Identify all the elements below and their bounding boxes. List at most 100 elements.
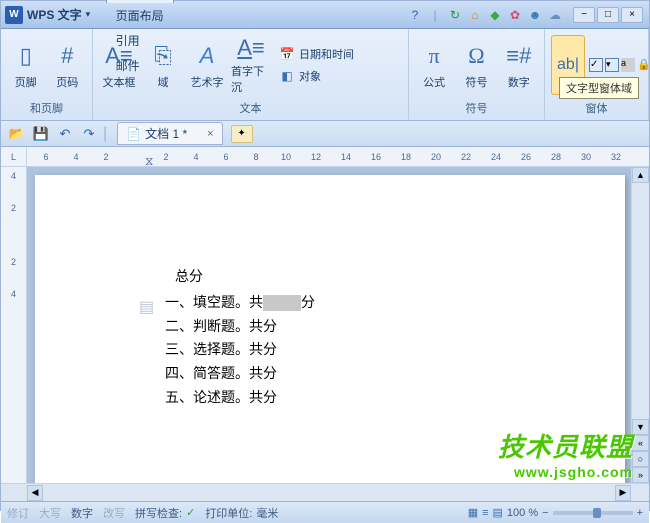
number-button[interactable]: ≡#数字 bbox=[500, 35, 538, 95]
ruler-corner: L bbox=[1, 147, 27, 166]
text-field-icon: ab| bbox=[552, 49, 584, 81]
datetime-button[interactable]: 📅日期和时间 bbox=[275, 44, 358, 64]
form-field[interactable] bbox=[263, 295, 301, 311]
footer-button[interactable]: ▯页脚 bbox=[7, 35, 45, 95]
next-page-icon[interactable]: » bbox=[632, 467, 649, 483]
maximize-button[interactable]: □ bbox=[597, 7, 619, 23]
shading-form-icon[interactable]: a bbox=[621, 58, 635, 72]
ribbon: ▯页脚 #页码 和页脚 A≡文本框 ⎘域 A艺术字 A≡首字下沉 📅日期和时间 … bbox=[1, 29, 649, 121]
scroll-up-icon[interactable]: ▲ bbox=[632, 167, 649, 183]
status-caps[interactable]: 大写 bbox=[39, 505, 61, 521]
scroll-down-icon[interactable]: ▼ bbox=[632, 419, 649, 435]
document-tab[interactable]: 📄 文档 1 * × bbox=[117, 122, 222, 145]
page-number-button[interactable]: #页码 bbox=[49, 35, 87, 95]
close-tab-button[interactable]: × bbox=[207, 128, 213, 140]
vertical-ruler: 4224 bbox=[1, 167, 27, 483]
title-bar: W WPS 文字 ▾ 开始插入页面布局引用邮件 ? | ↻ ⌂ ◆ ✿ ☻ ☁ … bbox=[1, 1, 649, 29]
document-glyph-icon: ▤ bbox=[139, 297, 157, 315]
ruler-tick: 2 bbox=[11, 203, 16, 213]
scroll-left-icon[interactable]: ◀ bbox=[27, 485, 43, 501]
checkbox-form-icon[interactable]: ✓ bbox=[589, 58, 603, 72]
group-label: 窗体 bbox=[551, 98, 642, 118]
status-spell-label: 拼写检查: bbox=[135, 505, 182, 521]
redo-button[interactable]: ↷ bbox=[79, 124, 99, 144]
status-unit-value[interactable]: 毫米 bbox=[256, 505, 278, 521]
spell-icon[interactable]: ✓ bbox=[186, 506, 195, 519]
wordart-icon: A bbox=[191, 40, 223, 72]
doc-heading: 总分 bbox=[175, 265, 625, 289]
field-button[interactable]: ⎘域 bbox=[143, 35, 183, 95]
horizontal-ruler: L ⧖6422468101214161820222426283032 bbox=[1, 147, 649, 167]
ruler-tick: 20 bbox=[421, 152, 451, 162]
ruler-tick: 4 bbox=[11, 289, 16, 299]
status-bar: 修订 大写 数字 改写 拼写检查: ✓ 打印单位:毫米 ▦ ≡ ▤ 100 % −… bbox=[1, 501, 649, 523]
flower-icon[interactable]: ✿ bbox=[507, 7, 523, 23]
prev-page-icon[interactable]: « bbox=[632, 435, 649, 451]
app-green-icon[interactable]: ◆ bbox=[487, 7, 503, 23]
doc-line: 五、论述题。共分 bbox=[165, 386, 625, 410]
textbox-button[interactable]: A≡文本框 bbox=[99, 35, 139, 95]
footer-icon: ▯ bbox=[10, 40, 42, 72]
field-icon: ⎘ bbox=[147, 40, 179, 72]
ruler-tick: 6 bbox=[31, 152, 61, 162]
doc-icon: 📄 bbox=[126, 127, 141, 141]
doc-line: 四、简答题。共分 bbox=[165, 362, 625, 386]
zoom-value[interactable]: 100 % bbox=[507, 507, 538, 519]
minimize-button[interactable]: − bbox=[573, 7, 595, 23]
dropdown-form-icon[interactable]: ▾ bbox=[605, 58, 619, 72]
view-outline-icon[interactable]: ≡ bbox=[482, 507, 488, 519]
ruler-tick: 4 bbox=[61, 152, 91, 162]
app-menu-dropdown[interactable]: ▾ bbox=[86, 9, 98, 20]
group-label: 符号 bbox=[415, 98, 538, 118]
vertical-scrollbar[interactable]: ▲ ▼ « ○ » bbox=[631, 167, 649, 483]
status-rev[interactable]: 修订 bbox=[7, 505, 29, 521]
ruler-tick: 10 bbox=[271, 152, 301, 162]
ruler-tick: 2 bbox=[91, 152, 121, 162]
ruler-tick: 30 bbox=[571, 152, 601, 162]
zoom-in-button[interactable]: + bbox=[637, 507, 643, 519]
separator: | bbox=[427, 7, 443, 23]
refresh-icon[interactable]: ↻ bbox=[447, 7, 463, 23]
user-icon[interactable]: ☻ bbox=[527, 7, 543, 23]
ruler-tick: 18 bbox=[391, 152, 421, 162]
browse-object-icon[interactable]: ○ bbox=[632, 451, 649, 467]
view-print-icon[interactable]: ▦ bbox=[468, 506, 478, 519]
ruler-tick: 28 bbox=[541, 152, 571, 162]
app-title: WPS 文字 bbox=[27, 6, 82, 23]
watermark-title: 技术员联盟 bbox=[498, 427, 633, 464]
lock-form-icon[interactable]: 🔒 bbox=[637, 58, 650, 72]
undo-button[interactable]: ↶ bbox=[55, 124, 75, 144]
object-button[interactable]: ◧对象 bbox=[275, 66, 358, 86]
status-ovr[interactable]: 改写 bbox=[103, 505, 125, 521]
zoom-slider[interactable] bbox=[553, 511, 633, 515]
pagenum-icon: # bbox=[51, 40, 83, 72]
close-button[interactable]: × bbox=[621, 7, 643, 23]
ribbon-tab[interactable]: 页面布局 bbox=[106, 3, 174, 28]
doc-line: 一、填空题。共分 bbox=[165, 291, 625, 315]
help-icon[interactable]: ? bbox=[407, 7, 423, 23]
omega-icon: Ω bbox=[460, 40, 492, 72]
ruler-tick: 32 bbox=[601, 152, 631, 162]
view-web-icon[interactable]: ▤ bbox=[493, 506, 503, 519]
cloud-icon[interactable]: ☁ bbox=[547, 7, 563, 23]
save-button[interactable]: 💾 bbox=[31, 124, 51, 144]
horizontal-scrollbar[interactable]: ◀ ▶ bbox=[1, 483, 649, 501]
ruler-tick: 4 bbox=[11, 171, 16, 181]
wordart-button[interactable]: A艺术字 bbox=[187, 35, 227, 95]
new-tab-button[interactable]: ✦ bbox=[231, 125, 253, 143]
dropcap-button[interactable]: A≡首字下沉 bbox=[231, 35, 271, 95]
object-icon: ◧ bbox=[279, 68, 295, 84]
number-icon: ≡# bbox=[503, 40, 535, 72]
symbol-button[interactable]: Ω符号 bbox=[457, 35, 495, 95]
status-num[interactable]: 数字 bbox=[71, 505, 93, 521]
formula-button[interactable]: π公式 bbox=[415, 35, 453, 95]
title-icon-strip: ? | ↻ ⌂ ◆ ✿ ☻ ☁ − □ × bbox=[407, 7, 649, 23]
scroll-right-icon[interactable]: ▶ bbox=[615, 485, 631, 501]
open-button[interactable]: 📂 bbox=[7, 124, 27, 144]
ruler-tick: 14 bbox=[331, 152, 361, 162]
home-icon[interactable]: ⌂ bbox=[467, 7, 483, 23]
status-unit-label: 打印单位: bbox=[205, 505, 252, 521]
ruler-tick: 16 bbox=[361, 152, 391, 162]
zoom-out-button[interactable]: − bbox=[542, 507, 548, 519]
document-body[interactable]: 总分 一、填空题。共分二、判断题。共分三、选择题。共分四、简答题。共分五、论述题… bbox=[165, 265, 625, 410]
